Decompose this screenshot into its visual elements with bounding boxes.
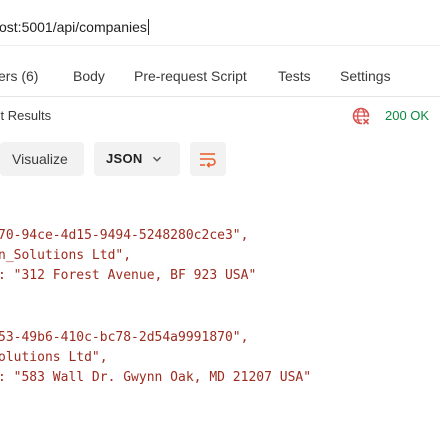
tab-headers-count: (6) [21, 68, 39, 84]
tab-test-results[interactable]: st Results [0, 108, 51, 123]
chevron-down-icon [152, 156, 162, 162]
status-badge: 200 OK [385, 108, 430, 123]
globe-icon[interactable] [351, 106, 371, 126]
format-select[interactable]: JSON [94, 142, 180, 176]
tab-headers[interactable]: ers (6) [0, 68, 38, 84]
request-tabs: ers (6) Body Pre-request Script Tests Se… [0, 62, 440, 92]
code-line: 70-94ce-4d15-9494-5248280c2ce3", [0, 228, 249, 243]
url-value: ost:5001/api/companies [0, 19, 147, 35]
wrap-lines-button[interactable] [190, 142, 226, 176]
section-divider [0, 96, 440, 97]
tab-body-label: Body [73, 68, 105, 84]
code-line: : "312 Forest Avenue, BF 923 USA" [0, 268, 257, 283]
tab-settings-label: Settings [340, 68, 391, 84]
code-line: n_Solutions Ltd", [0, 248, 132, 263]
tab-headers-label: ers [0, 68, 18, 84]
code-line: : "583 Wall Dr. Gwynn Oak, MD 21207 USA" [0, 370, 312, 385]
code-line: 53-49b6-410c-bc78-2d54a9991870", [0, 330, 249, 345]
tab-settings[interactable]: Settings [340, 68, 391, 84]
response-results-bar: st Results 200 OK [0, 100, 440, 130]
text-caret [147, 19, 149, 35]
format-select-value: JSON [106, 151, 143, 166]
code-line: olutions Ltd", [0, 350, 108, 365]
visualize-label: Visualize [12, 151, 68, 167]
tab-pre-request-script[interactable]: Pre-request Script [134, 68, 247, 84]
tab-tests-label: Tests [278, 68, 311, 84]
tab-pre-request-script-label: Pre-request Script [134, 68, 247, 84]
url-bar[interactable]: ost:5001/api/companies [0, 8, 440, 46]
tab-tests[interactable]: Tests [278, 68, 311, 84]
tab-body[interactable]: Body [73, 68, 105, 84]
url-input[interactable]: ost:5001/api/companies [0, 19, 149, 35]
wrap-lines-icon [200, 153, 216, 168]
visualize-button[interactable]: Visualize [0, 142, 84, 176]
response-toolbar: Visualize JSON [0, 140, 440, 178]
